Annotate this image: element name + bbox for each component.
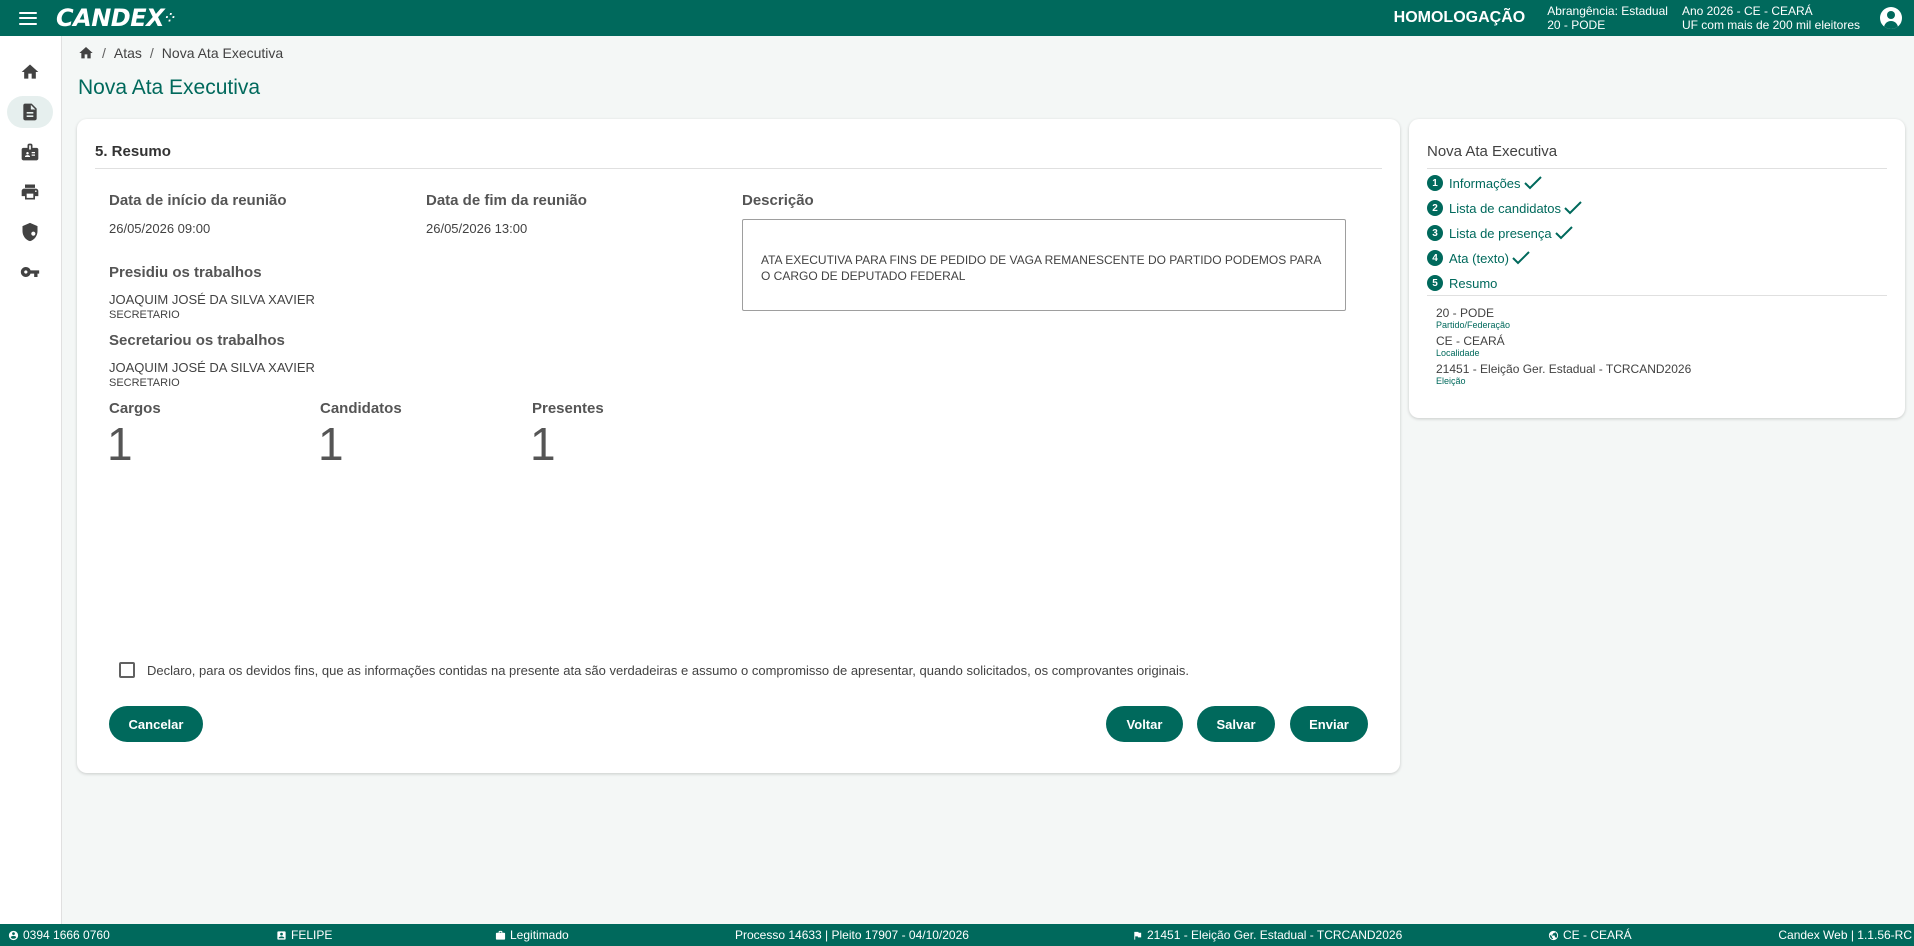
stepper-card: Nova Ata Executiva 1 Informações 2 Lista… xyxy=(1409,119,1905,418)
check-icon xyxy=(1523,176,1542,190)
inicio-value: 26/05/2026 09:00 xyxy=(109,221,211,236)
send-button[interactable]: Enviar xyxy=(1290,706,1368,742)
summary-eleicao-label: Eleição xyxy=(1436,376,1466,386)
stepper-title: Nova Ata Executiva xyxy=(1427,143,1558,160)
summary-partido-value: 20 - PODE xyxy=(1436,306,1495,320)
resumo-card: 5. Resumo Data de início da reunião 26/0… xyxy=(77,119,1400,773)
divider xyxy=(95,168,1382,169)
footer-user: FELIPE xyxy=(276,928,332,942)
app-logo[interactable]: CANDEX ⁘ xyxy=(56,4,177,32)
divider xyxy=(1427,168,1887,169)
sidebar-item-seguranca[interactable] xyxy=(7,216,53,248)
sidebar-item-impressao[interactable] xyxy=(7,176,53,208)
footer-status: Legitimado xyxy=(495,928,569,942)
inicio-label: Data de início da reunião xyxy=(109,192,287,209)
stat-presentes-value: 1 xyxy=(530,418,556,470)
check-icon xyxy=(1564,201,1582,215)
document-icon xyxy=(23,103,37,121)
menu-button[interactable] xyxy=(0,0,56,36)
presidiu-label: Presidiu os trabalhos xyxy=(109,264,262,281)
sidebar xyxy=(0,36,62,924)
stat-cargos-label: Cargos xyxy=(109,400,161,417)
summary-localidade-value: CE - CEARÁ xyxy=(1436,334,1505,348)
presidiu-nome: JOAQUIM JOSÉ DA SILVA XAVIER xyxy=(109,292,315,307)
briefcase-icon xyxy=(495,930,506,941)
step-lista-presenca[interactable]: 3 Lista de presença xyxy=(1427,225,1573,241)
check-icon xyxy=(1512,251,1530,265)
home-icon xyxy=(21,64,39,79)
year-info: Ano 2026 - CE - CEARÁ UF com mais de 200… xyxy=(1682,4,1860,32)
breadcrumb-item-atas[interactable]: Atas xyxy=(114,45,142,61)
footer-version: Candex Web | 1.1.56-RC xyxy=(1778,928,1912,942)
summary-partido-label: Partido/Federação xyxy=(1436,320,1511,330)
stat-candidatos-value: 1 xyxy=(318,418,344,470)
step-lista-candidatos[interactable]: 2 Lista de candidatos xyxy=(1427,200,1582,216)
status-footer: 0394 1666 0760 FELIPE Legitimado Process… xyxy=(0,924,1914,946)
page-title: Nova Ata Executiva xyxy=(78,76,261,99)
secretariou-cargo: SECRETARIO xyxy=(109,377,180,389)
flag-icon xyxy=(1132,930,1143,941)
shield-icon xyxy=(22,222,38,242)
hamburger-icon xyxy=(19,11,37,25)
presidiu-cargo: SECRETARIO xyxy=(109,309,180,321)
footer-eleicao: 21451 - Eleição Ger. Estadual - TCRCAND2… xyxy=(1132,928,1402,942)
footer-phone: 0394 1666 0760 xyxy=(8,928,110,942)
key-icon xyxy=(20,267,40,277)
user-badge-icon xyxy=(276,930,287,941)
breadcrumb: / Atas / Nova Ata Executiva xyxy=(78,45,283,61)
summary-localidade-label: Localidade xyxy=(1436,348,1480,358)
secretariou-nome: JOAQUIM JOSÉ DA SILVA XAVIER xyxy=(109,360,315,375)
printer-icon xyxy=(21,184,39,200)
step-ata-texto[interactable]: 4 Ata (texto) xyxy=(1427,250,1530,266)
uf-info-text: UF com mais de 200 mil eleitores xyxy=(1681,18,1860,32)
scope-info: Abrangência: Estadual 20 - PODE xyxy=(1547,4,1668,32)
account-icon[interactable] xyxy=(1880,7,1902,29)
sidebar-item-acesso[interactable] xyxy=(7,256,53,288)
step-resumo[interactable]: 5 Resumo xyxy=(1427,275,1497,291)
abrangencia-text: Abrangência: Estadual xyxy=(1547,4,1668,18)
sidebar-item-home[interactable] xyxy=(7,56,53,88)
divider xyxy=(1427,295,1887,296)
home-icon[interactable] xyxy=(78,45,94,61)
environment-label: HOMOLOGAÇÃO xyxy=(1393,9,1526,26)
declaracao-checkbox[interactable] xyxy=(119,662,135,678)
descricao-box: ATA EXECUTIVA PARA FINS DE PEDIDO DE VAG… xyxy=(742,219,1346,311)
stat-candidatos-label: Candidatos xyxy=(320,400,402,417)
account-circle-icon xyxy=(8,930,19,941)
declaracao-text[interactable]: Declaro, para os devidos fins, que as in… xyxy=(147,663,1189,678)
partido-text: 20 - PODE xyxy=(1547,18,1606,32)
check-icon xyxy=(1554,226,1573,240)
top-app-bar: CANDEX ⁘ HOMOLOGAÇÃO Abrangência: Estadua… xyxy=(0,0,1914,36)
footer-uf: CE - CEARÁ xyxy=(1548,928,1632,942)
fim-value: 26/05/2026 13:00 xyxy=(426,221,528,236)
breadcrumb-item-current: Nova Ata Executiva xyxy=(161,45,284,61)
sidebar-item-atas[interactable] xyxy=(7,96,53,128)
contact-card-icon xyxy=(21,143,39,161)
fim-label: Data de fim da reunião xyxy=(426,192,587,209)
globe-icon xyxy=(1548,930,1559,941)
declaracao-row: Declaro, para os devidos fins, que as in… xyxy=(119,662,1189,678)
stat-cargos-value: 1 xyxy=(107,418,133,470)
save-button[interactable]: Salvar xyxy=(1197,706,1275,742)
secretariou-label: Secretariou os trabalhos xyxy=(109,332,285,349)
summary-eleicao-value: 21451 - Eleição Ger. Estadual - TCRCAND2… xyxy=(1436,362,1692,376)
sidebar-item-candidatos[interactable] xyxy=(7,136,53,168)
cancel-button[interactable]: Cancelar xyxy=(109,706,203,742)
stat-presentes-label: Presentes xyxy=(532,400,604,417)
footer-processo: Processo 14633 | Pleito 17907 - 04/10/20… xyxy=(735,928,969,942)
step-informacoes[interactable]: 1 Informações xyxy=(1427,175,1542,191)
section-title: 5. Resumo xyxy=(95,143,171,160)
ano-text: Ano 2026 - CE - CEARÁ xyxy=(1681,4,1813,18)
back-button[interactable]: Voltar xyxy=(1106,706,1183,742)
descricao-label: Descrição xyxy=(742,192,814,209)
